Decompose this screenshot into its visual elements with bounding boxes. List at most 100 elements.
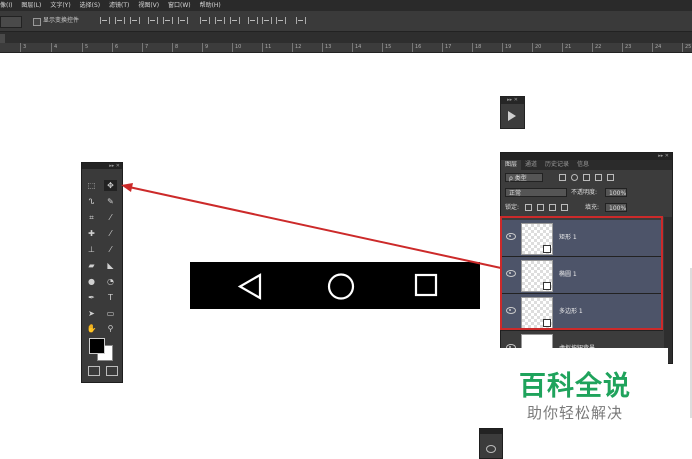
filter-shape-icon[interactable] xyxy=(595,174,602,181)
quick-select-tool-icon[interactable]: ✎ xyxy=(104,196,117,207)
lock-all-icon[interactable] xyxy=(561,204,568,211)
back-triangle-icon xyxy=(237,273,262,300)
tools-panel-header[interactable]: ▸▸ ✕ xyxy=(82,163,122,169)
marquee-tool-icon[interactable]: ⬚ xyxy=(85,180,98,191)
align-left-icon[interactable] xyxy=(148,17,158,24)
eraser-tool-icon[interactable]: ▰ xyxy=(85,260,98,271)
auto-align-icon[interactable] xyxy=(296,17,306,24)
watermark-subtitle: 助你轻松解决 xyxy=(526,404,623,422)
tab-info[interactable]: 信息 xyxy=(573,160,593,170)
tool-preset-dropdown[interactable] xyxy=(0,16,22,28)
ruler-tick: 17 xyxy=(442,43,451,52)
filter-smart-object-icon[interactable] xyxy=(607,174,614,181)
menu-window[interactable]: 窗口(W) xyxy=(168,0,191,11)
clone-stamp-tool-icon[interactable]: ⊥ xyxy=(85,244,98,255)
shape-tool-icon[interactable]: ▭ xyxy=(104,308,117,319)
tab-channels[interactable]: 通道 xyxy=(521,160,541,170)
play-icon[interactable] xyxy=(508,111,516,121)
path-select-tool-icon[interactable]: ➤ xyxy=(85,308,98,319)
document-tab[interactable] xyxy=(0,34,5,43)
align-right-icon[interactable] xyxy=(178,17,188,24)
menu-select[interactable]: 选择(S) xyxy=(80,0,101,11)
show-transform-controls-label: 显示变换控件 xyxy=(43,17,80,24)
brush-tool-icon[interactable]: ⁄ xyxy=(104,228,117,239)
ruler-tick: 20 xyxy=(532,43,541,52)
align-bottom-icon[interactable] xyxy=(130,17,140,24)
ruler-tick: 25 xyxy=(682,43,691,52)
type-tool-icon[interactable]: T xyxy=(104,292,117,303)
ruler-tick: 4 xyxy=(51,43,57,52)
lock-fill-row: 锁定: 填充: 100% xyxy=(501,200,672,215)
show-transform-controls-checkbox[interactable] xyxy=(33,18,41,26)
tab-layers[interactable]: 图层 xyxy=(501,160,522,170)
menu-type[interactable]: 文字(Y) xyxy=(50,0,70,11)
ruler-tick: 5 xyxy=(82,43,88,52)
ruler-tick: 16 xyxy=(412,43,421,52)
ruler-tick: 24 xyxy=(652,43,661,52)
align-hcenter-icon[interactable] xyxy=(163,17,173,24)
foreground-color-swatch[interactable] xyxy=(89,338,105,354)
history-brush-tool-icon[interactable]: ⁄ xyxy=(104,244,117,255)
ruler-tick: 15 xyxy=(382,43,391,52)
align-top-icon[interactable] xyxy=(100,17,110,24)
distribute-top-icon[interactable] xyxy=(200,17,210,24)
menu-image[interactable]: 像(I) xyxy=(0,0,12,11)
hand-tool-icon[interactable]: ✋ xyxy=(85,323,98,334)
menu-view[interactable]: 视图(V) xyxy=(138,0,159,11)
distribute-right-icon[interactable] xyxy=(276,17,286,24)
dodge-tool-icon[interactable]: ◔ xyxy=(104,276,117,287)
healing-brush-tool-icon[interactable]: ✚ xyxy=(85,228,98,239)
panel-icon[interactable] xyxy=(486,445,496,453)
layer-filter-row: ρ 类型 xyxy=(501,170,672,185)
lock-pixels-icon[interactable] xyxy=(537,204,544,211)
lasso-tool-icon[interactable]: ᔐ xyxy=(85,196,98,207)
zoom-tool-icon[interactable]: ⚲ xyxy=(104,323,117,334)
collapsed-panel-bottom xyxy=(479,428,503,459)
opacity-input[interactable]: 100% xyxy=(605,188,627,197)
panel-collapse-bar[interactable]: ▸▸ ✕ xyxy=(501,97,524,104)
eyedropper-tool-icon[interactable]: ⁄ xyxy=(104,212,117,223)
ruler-tick: 23 xyxy=(622,43,631,52)
move-tool-icon[interactable]: ✥ xyxy=(104,180,117,191)
ruler-tick: 3 xyxy=(20,43,26,52)
ruler-tick: 19 xyxy=(502,43,511,52)
ruler-tick: 7 xyxy=(142,43,148,52)
watermark: 百科全说 助你轻松解决 xyxy=(482,348,668,432)
filter-adjustment-icon[interactable] xyxy=(571,174,578,181)
panel-collapse-bar[interactable] xyxy=(480,429,502,434)
menu-filter[interactable]: 滤镜(T) xyxy=(109,0,129,11)
watermark-title: 百科全说 xyxy=(519,371,631,402)
distribute-vcenter-icon[interactable] xyxy=(215,17,225,24)
ruler-tick: 9 xyxy=(202,43,208,52)
layers-scrollbar[interactable] xyxy=(664,217,672,363)
filter-type-icon[interactable] xyxy=(583,174,590,181)
paint-bucket-tool-icon[interactable]: ◣ xyxy=(104,260,117,271)
ruler-tick: 18 xyxy=(472,43,481,52)
crop-tool-icon[interactable]: ⌗ xyxy=(85,212,98,223)
menu-help[interactable]: 帮助(H) xyxy=(200,0,221,11)
fill-label: 填充: xyxy=(585,204,600,211)
ruler-tick: 11 xyxy=(262,43,271,52)
ruler-tick: 22 xyxy=(592,43,601,52)
screen-mode-icon[interactable] xyxy=(106,366,118,376)
document-tab-bar xyxy=(0,32,692,43)
align-vcenter-icon[interactable] xyxy=(115,17,125,24)
ruler-tick: 21 xyxy=(562,43,571,52)
blend-mode-dropdown[interactable]: 正常 xyxy=(505,188,567,197)
quick-mask-icon[interactable] xyxy=(88,366,100,376)
lock-position-icon[interactable] xyxy=(549,204,556,211)
blend-opacity-row: 正常 不透明度: 100% xyxy=(501,185,672,200)
tab-history[interactable]: 历史记录 xyxy=(541,160,573,170)
pen-tool-icon[interactable]: ✒ xyxy=(85,292,98,303)
lock-transparency-icon[interactable] xyxy=(525,204,532,211)
fill-input[interactable]: 100% xyxy=(605,203,627,212)
distribute-left-icon[interactable] xyxy=(248,17,258,24)
distribute-bottom-icon[interactable] xyxy=(230,17,240,24)
annotation-highlight-box xyxy=(500,216,663,330)
filter-pixel-icon[interactable] xyxy=(559,174,566,181)
layer-filter-dropdown[interactable]: ρ 类型 xyxy=(505,173,543,182)
menu-layer[interactable]: 图层(L) xyxy=(21,0,41,11)
layers-panel-header[interactable]: ▸▸ ✕ xyxy=(501,153,672,160)
blur-tool-icon[interactable]: ● xyxy=(85,276,98,287)
distribute-hcenter-icon[interactable] xyxy=(262,17,272,24)
